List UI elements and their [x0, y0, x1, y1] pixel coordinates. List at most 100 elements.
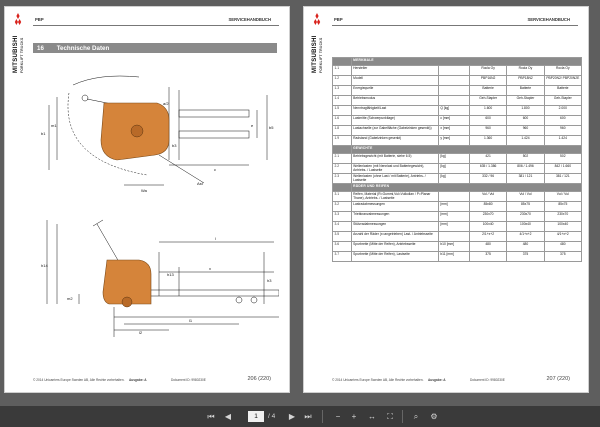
- row-number: 2.2: [332, 162, 352, 175]
- prev-page-button[interactable]: ◀: [222, 411, 234, 422]
- table-group-header: MERKMALE: [332, 57, 583, 66]
- table-row: 3.5 Anzahl der Räder (x=angetrieben) Last…: [332, 231, 583, 243]
- row-unit: [kg]: [437, 153, 470, 164]
- value-model-2: Geh-Stapler: [506, 95, 545, 106]
- value-model-1: Batterie: [468, 85, 508, 96]
- value-model-3: 600: [543, 115, 583, 126]
- row-number: 3.1: [332, 191, 352, 203]
- header-title: SERVICEHANDBUCH: [228, 17, 271, 22]
- row-label: Lastradabmessungen: [350, 201, 439, 213]
- table-row: 2.1 Betriebsgewicht (mit Batterie, siehe …: [332, 153, 583, 164]
- fit-width-button[interactable]: ↔: [366, 411, 378, 422]
- value-model-3: 4/1+x+2: [543, 231, 583, 243]
- value-model-2: 4/1+x+2: [506, 231, 545, 243]
- last-page-button[interactable]: ⏭: [302, 411, 314, 422]
- value-model-1: 421: [468, 153, 508, 164]
- dim-label-l2: l2: [139, 330, 143, 335]
- dim-label-b3: b3: [172, 143, 177, 148]
- row-number: 2.3: [332, 173, 352, 185]
- value-model-3: 381 / 121: [543, 173, 583, 185]
- value-model-3: 1.424: [543, 135, 583, 146]
- row-number: 3.7: [332, 251, 352, 263]
- table-row: 1.9 Radstand (Gabelzinken gesenkt) y [mm] 1…: [332, 135, 583, 146]
- fullscreen-button[interactable]: ⛶: [384, 411, 396, 422]
- row-label: Lastmitte (Schwerpunktlage): [350, 115, 439, 126]
- row-label: Wellenlasten (ohne Last / mit Batterie),…: [350, 173, 439, 185]
- dim-label-b1: b1: [41, 131, 46, 136]
- table-row: 1.1 Hersteller Rocla Oy Rocla Oy Rocla Oy: [332, 65, 583, 76]
- page-number-input[interactable]: 1: [248, 411, 264, 422]
- row-number: 1.9: [332, 135, 352, 146]
- footer-edition: Ausgabe: A: [129, 378, 147, 382]
- top-view-drawing: b1 m1 a/2 b3 e b5 Wa c Ast: [41, 75, 274, 193]
- value-model-2: PBP18N2: [506, 75, 545, 86]
- row-number: 3.5: [332, 231, 352, 243]
- page-header: PBP SERVICEHANDBUCH: [332, 17, 578, 31]
- value-model-3: Geh-Stapler: [543, 95, 583, 106]
- mitsubishi-logo: MITSUBISHI FORKLIFT TRUCKS: [312, 13, 323, 73]
- row-unit: [437, 85, 470, 96]
- value-model-3: 842 / 1.660: [543, 162, 583, 175]
- settings-gear-icon[interactable]: ⚙: [428, 411, 440, 422]
- row-unit: Q [kg]: [437, 105, 470, 116]
- brand-subtitle: FORKLIFT TRUCKS: [20, 37, 24, 73]
- value-model-1: Geh-Stapler: [468, 95, 508, 106]
- dim-label-h3: h3: [267, 278, 272, 283]
- search-icon[interactable]: ⌕: [410, 411, 422, 422]
- row-unit: [437, 231, 470, 243]
- value-model-1: 230x70: [468, 211, 508, 223]
- right-page: MITSUBISHI FORKLIFT TRUCKS PBP SERVICEHA…: [303, 6, 589, 393]
- row-label: Wellenlasten (mit Nennlast und Batterieg…: [350, 162, 439, 175]
- row-unit: [kg]: [437, 173, 470, 185]
- value-model-1: 85x80: [468, 201, 508, 213]
- dim-label-h14: h14: [41, 263, 48, 268]
- header-divider: [332, 25, 578, 26]
- table-row: 3.1 Reifen, Material (R=Gummi,Vul=Vulkoll…: [332, 191, 583, 203]
- value-model-2: 480: [506, 241, 545, 253]
- value-model-1: Rocla Oy: [468, 65, 508, 76]
- next-page-button[interactable]: ▶: [286, 411, 298, 422]
- value-model-1: 635 / 1.386: [468, 162, 508, 175]
- row-number: 1.5: [332, 105, 352, 116]
- row-number: 3.4: [332, 221, 352, 233]
- footer-document-id: Dokument ID: 9980230E: [171, 378, 206, 382]
- value-model-1: 480: [468, 241, 508, 253]
- mitsubishi-logo: MITSUBISHI FORKLIFT TRUCKS: [13, 13, 24, 73]
- value-model-2: 1.424: [506, 135, 545, 146]
- brand-subtitle: FORKLIFT TRUCKS: [319, 37, 323, 73]
- section-title: Technische Daten: [56, 44, 110, 52]
- value-model-2: 100x40: [506, 221, 545, 233]
- group-number-cell: [332, 183, 352, 193]
- table-row: 1.8 Lastachselle (zur Gabelfläche (Gabelz…: [332, 125, 583, 136]
- row-unit: y [mm]: [437, 135, 470, 146]
- row-number: 1.2: [332, 75, 352, 86]
- value-model-3: Batterie: [543, 85, 583, 96]
- first-page-button[interactable]: ⏮: [205, 411, 217, 422]
- row-unit: [437, 95, 470, 106]
- dim-label-a2: a/2: [163, 101, 169, 106]
- dim-label-ast: Ast: [197, 181, 204, 186]
- spec-table: MERKMALE 1.1 Hersteller Rocla Oy Rocla Oy Roc…: [332, 57, 583, 263]
- row-label: Reifen, Material (R=Gummi,Vul=Vulkollan …: [350, 191, 439, 203]
- zoom-in-button[interactable]: +: [348, 411, 360, 422]
- zoom-out-button[interactable]: −: [332, 411, 344, 422]
- footer-copyright: © 2014 Unicarriers Europe Sweden AB, All…: [33, 378, 125, 382]
- row-number: 1.1: [332, 65, 352, 76]
- row-number: 1.8: [332, 125, 352, 136]
- value-model-2: 381 / 121: [506, 173, 545, 185]
- value-model-2: 502: [506, 153, 545, 164]
- table-row: 2.2 Wellenlasten (mit Nennlast und Batter…: [332, 162, 583, 175]
- row-unit: c [mm]: [437, 115, 470, 126]
- value-model-2: 230x70: [506, 211, 545, 223]
- table-row: 2.3 Wellenlasten (ohne Last / mit Batteri…: [332, 173, 583, 185]
- row-unit: [mm]: [437, 221, 470, 233]
- row-number: 2.1: [332, 153, 352, 164]
- row-label: Triebkranzabmessungen: [350, 211, 439, 223]
- row-number: 3.2: [332, 201, 352, 213]
- value-model-1: 1.360: [468, 135, 508, 146]
- value-model-3: Rocla Oy: [543, 65, 583, 76]
- brand-name: MITSUBISHI: [312, 35, 318, 73]
- table-row: 3.3 Triebkranzabmessungen [mm] 230x70 230x70…: [332, 211, 583, 223]
- row-label: Spurbreite (Mitte der Reifen), Lastseite: [350, 251, 439, 263]
- table-row: 1.3 Energiequelle Batterie Batterie Batterie: [332, 85, 583, 96]
